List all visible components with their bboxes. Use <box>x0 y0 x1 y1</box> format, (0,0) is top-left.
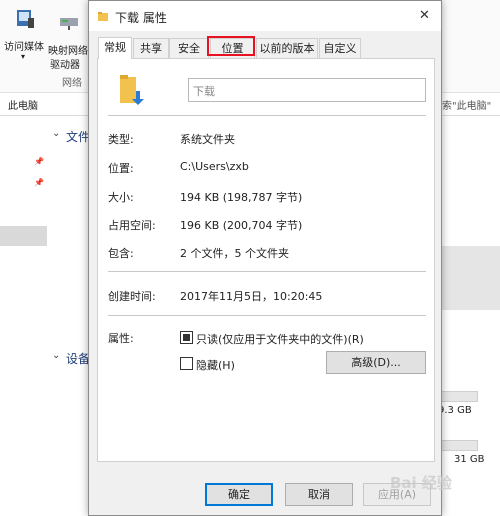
content-right-edge: 9.3 GB 31 GB <box>438 116 500 514</box>
navigation-pane: 📌 📌 <box>0 116 47 514</box>
pin-icon: 📌 <box>34 157 44 166</box>
tab-security[interactable]: 安全 <box>169 38 209 58</box>
drive2-bar <box>438 440 478 451</box>
map-network-label-1: 映射网络 <box>48 46 88 57</box>
network-drive-icon <box>60 18 78 30</box>
properties-dialog: 下载 属性 ✕ 常规 共享 安全 位置 以前的版本 自定义 下载 类型: 系统文… <box>88 0 442 516</box>
tab-customize[interactable]: 自定义 <box>319 38 361 58</box>
address-text: 此电脑 <box>8 101 38 112</box>
section-devices-chevron-icon[interactable]: ⌄ <box>52 350 60 361</box>
map-network-label-2: 驱动器 <box>50 60 80 71</box>
type-label: 类型: <box>108 133 134 146</box>
ribbon-group-network-label: 网络 <box>62 78 82 89</box>
contains-value: 2 个文件，5 个文件夹 <box>180 247 289 260</box>
section-folders-label: 文件 <box>66 130 91 144</box>
general-panel: 下载 类型: 系统文件夹 位置: C:\Users\zxb 大小: 194 KB… <box>97 58 435 462</box>
title-bar[interactable]: 下载 属性 ✕ <box>89 1 441 31</box>
readonly-checkbox[interactable]: 只读(仅应用于文件夹中的文件)(R) <box>180 331 380 346</box>
contains-label: 包含: <box>108 247 134 260</box>
chevron-down-icon: ▾ <box>21 52 26 61</box>
drive1-size: 9.3 GB <box>438 405 472 416</box>
readonly-checkbox-box[interactable] <box>180 331 193 344</box>
section-folders-chevron-icon[interactable]: ⌄ <box>52 128 60 139</box>
folder-name-field[interactable]: 下载 <box>188 78 426 102</box>
size-on-disk-value: 196 KB (200,704 字节) <box>180 219 303 232</box>
folder-name-value: 下载 <box>193 85 215 98</box>
cancel-button[interactable]: 取消 <box>285 483 353 506</box>
section-devices-label: 设备 <box>66 352 91 366</box>
tab-previous-versions[interactable]: 以前的版本 <box>256 38 318 58</box>
separator <box>108 315 426 316</box>
type-value: 系统文件夹 <box>180 133 235 146</box>
dialog-title: 下载 属性 <box>115 11 167 25</box>
visit-media-button[interactable]: 访问媒体 ▾ <box>4 4 46 66</box>
indeterminate-mark <box>183 334 190 341</box>
nav-selected-item[interactable] <box>0 226 47 246</box>
location-label: 位置: <box>108 162 134 175</box>
advanced-button[interactable]: 高级(D)... <box>326 351 426 374</box>
watermark: Bai 经验 <box>390 474 452 492</box>
pin-icon: 📌 <box>34 178 44 187</box>
search-hint[interactable]: 索"此电脑" <box>442 97 491 112</box>
hidden-checkbox[interactable]: 隐藏(H) <box>180 357 300 372</box>
highlighted-item <box>438 246 500 310</box>
hidden-label: 隐藏(H) <box>196 359 235 372</box>
readonly-label: 只读(仅应用于文件夹中的文件)(R) <box>196 333 364 346</box>
size-value: 194 KB (198,787 字节) <box>180 191 303 204</box>
created-label: 创建时间: <box>108 290 156 303</box>
download-folder-icon <box>120 75 144 105</box>
media-icon <box>17 10 34 28</box>
map-network-drive-button[interactable]: 映射网络 驱动器 <box>48 4 88 71</box>
visit-media-label: 访问媒体 <box>4 42 44 53</box>
size-label: 大小: <box>108 191 134 204</box>
location-value: C:\Users\zxb <box>180 160 249 173</box>
close-icon[interactable]: ✕ <box>419 8 430 23</box>
drive2-size: 31 GB <box>454 454 485 465</box>
tab-general[interactable]: 常规 <box>98 37 132 59</box>
location-tab-highlight <box>207 36 255 56</box>
separator <box>108 271 426 272</box>
created-value: 2017年11月5日，10:20:45 <box>180 290 323 303</box>
hidden-checkbox-box[interactable] <box>180 357 193 370</box>
attributes-label: 属性: <box>108 332 134 345</box>
size-on-disk-label: 占用空间: <box>108 219 156 232</box>
folder-icon <box>98 12 108 21</box>
separator <box>108 115 426 116</box>
drive1-bar <box>438 391 478 402</box>
tab-strip: 常规 共享 安全 位置 以前的版本 自定义 <box>89 37 441 59</box>
ok-button[interactable]: 确定 <box>205 483 273 506</box>
tab-sharing[interactable]: 共享 <box>133 38 169 58</box>
